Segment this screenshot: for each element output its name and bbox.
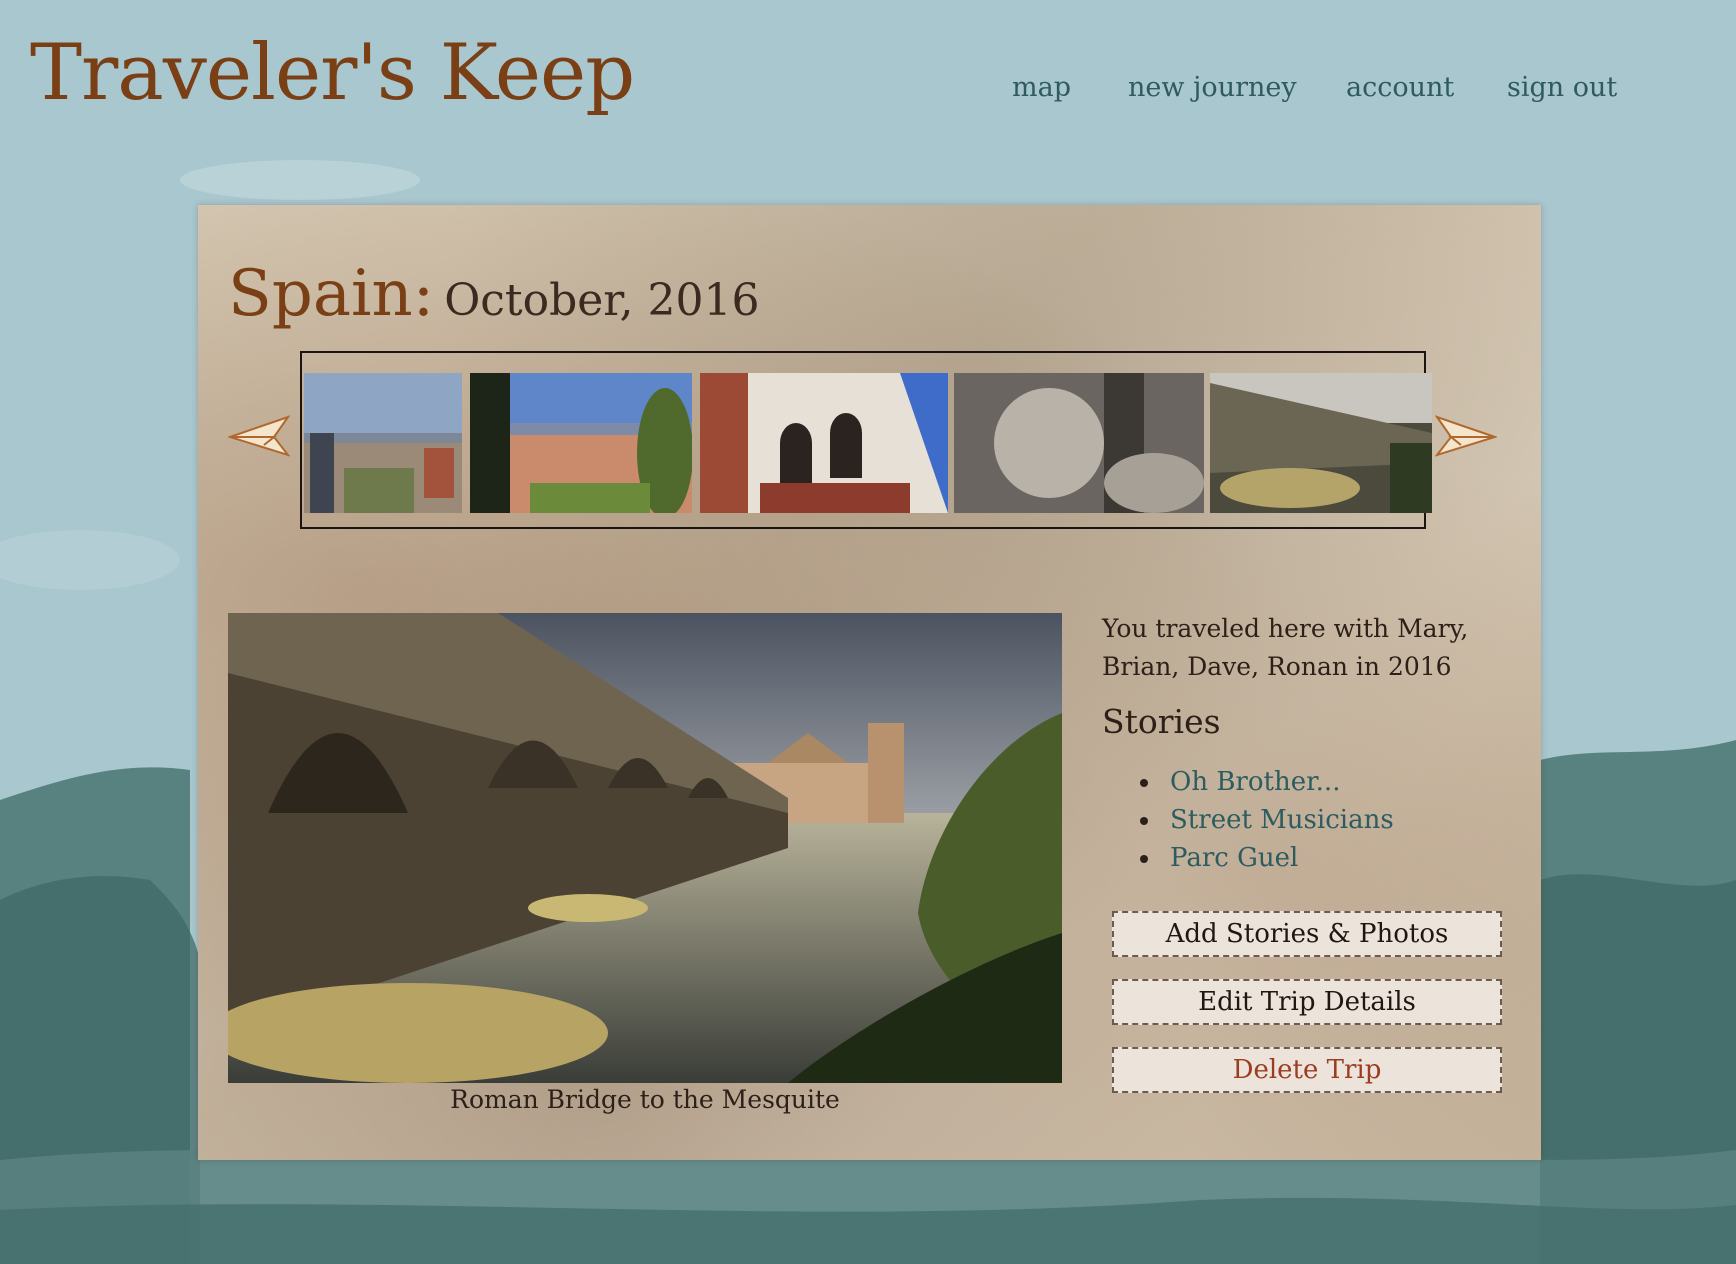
- story-list-item: Street Musicians: [1162, 801, 1394, 839]
- thumbnail-stone-sculpture[interactable]: [954, 373, 1204, 513]
- trip-card: Spain: October, 2016 Roman Bridge to the…: [198, 205, 1541, 1160]
- photo-thumbnail-strip: [300, 351, 1432, 529]
- story-list-item: Oh Brother...: [1162, 763, 1394, 801]
- trip-country: Spain:: [228, 257, 435, 331]
- story-link-oh-brother[interactable]: Oh Brother...: [1170, 767, 1340, 797]
- featured-photo-caption: Roman Bridge to the Mesquite: [450, 1085, 840, 1114]
- story-link-parc-guel[interactable]: Parc Guel: [1170, 843, 1298, 873]
- delete-trip-button[interactable]: Delete Trip: [1112, 1047, 1502, 1093]
- thumbnail-roman-bridge[interactable]: [1210, 373, 1432, 513]
- nav-map-link[interactable]: map: [1012, 72, 1071, 103]
- companions-text: You traveled here with Mary, Brian, Dave…: [1102, 614, 1469, 681]
- nav-sign-out-link[interactable]: sign out: [1507, 72, 1617, 103]
- main-nav: map new journey account sign out: [0, 72, 1736, 112]
- trip-title: Spain: October, 2016: [228, 257, 759, 331]
- paper-plane-left-icon[interactable]: [226, 413, 291, 459]
- nav-account-link[interactable]: account: [1346, 72, 1454, 103]
- nav-new-journey-link[interactable]: new journey: [1128, 72, 1297, 103]
- thumbnail-city-view[interactable]: [304, 373, 462, 513]
- featured-photo-roman-bridge[interactable]: [228, 613, 1062, 1083]
- add-stories-photos-button[interactable]: Add Stories & Photos: [1112, 911, 1502, 957]
- stories-list: Oh Brother... Street Musicians Parc Guel: [1148, 763, 1394, 877]
- stories-heading: Stories: [1102, 702, 1221, 741]
- trip-date: October, 2016: [444, 275, 760, 326]
- thumbnail-arched-building[interactable]: [700, 373, 948, 513]
- story-link-street-musicians[interactable]: Street Musicians: [1170, 805, 1394, 835]
- thumbnail-hillside-town[interactable]: [470, 373, 692, 513]
- edit-trip-details-button[interactable]: Edit Trip Details: [1112, 979, 1502, 1025]
- paper-plane-right-icon[interactable]: [1434, 413, 1499, 459]
- story-list-item: Parc Guel: [1162, 839, 1394, 877]
